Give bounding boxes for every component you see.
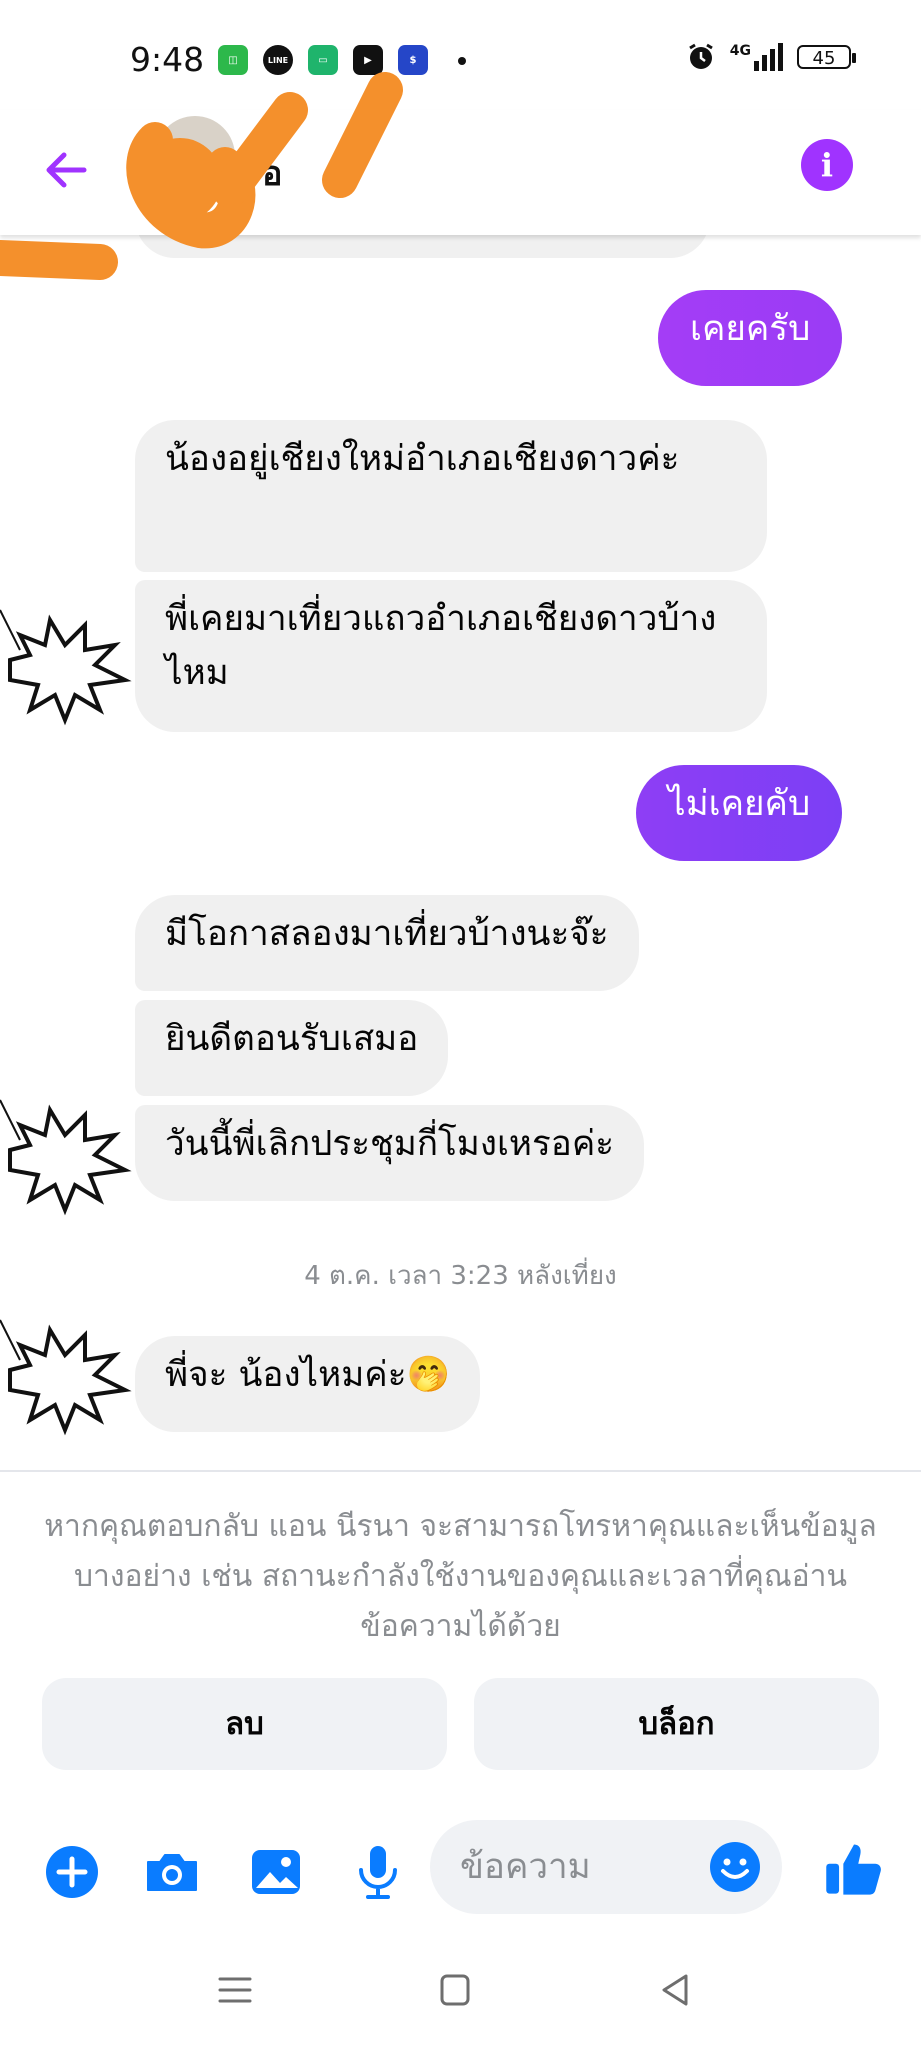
message-text: เคยครับ [690,309,811,349]
status-right: 4G 45 [686,42,856,72]
contact-name[interactable]: อ [262,146,282,200]
message-text: วันนี้พี่เลิกประชุมกี่โมงเหรอค่ะ [165,1124,615,1164]
line-app-icon: LINE [263,45,293,75]
back-icon[interactable] [652,1967,698,2013]
menu-icon[interactable] [212,1967,258,2013]
message-text: พี่เคยมาเที่ยวแถวอำเภอเชียงดาวบ้างไหม [165,599,717,693]
notification-dot [458,57,466,65]
conversation-header: อ i [0,110,921,235]
battery-indicator: 45 [797,45,856,69]
contact-avatar[interactable] [155,116,235,196]
camera-icon[interactable] [142,1842,202,1902]
sticker-avatar-icon [0,1099,132,1216]
block-button[interactable]: บล็อก [474,1678,879,1770]
status-bar: 9:48 ◫ LINE ▭ ▶ $ 4G 45 [0,0,921,110]
message-text: น้องอยู่เชียงใหม่อำเภอเชียงดาวค่ะ [165,439,680,479]
microphone-icon[interactable] [348,1842,408,1902]
message-text: มีโอกาสลองมาเที่ยวบ้างนะจ๊ะ [165,914,609,954]
plus-icon[interactable] [42,1842,102,1902]
message-received[interactable]: พี่จะ น้องไหมค่ะ🤭 [135,1336,481,1432]
message-sent[interactable]: เคยครับ [658,290,843,386]
message-received[interactable]: น้องอยู่เชียงใหม่อำเภอเชียงดาวค่ะ [135,420,767,572]
message-text: ยินดีตอนรับเสมอ [165,1019,419,1059]
sticker-avatar-icon [0,1319,132,1436]
arrow-left-icon[interactable] [40,140,100,200]
system-navigation-bar [0,1955,921,2025]
home-icon[interactable] [432,1967,478,2013]
reply-notice: หากคุณตอบกลับ แอน นีรนา จะสามารถโทรหาคุณ… [44,1509,877,1644]
message-composer [0,1820,921,1925]
message-received[interactable]: พี่เคยมาเที่ยวแถวอำเภอเชียงดาวบ้างไหม [135,580,767,732]
message-text: พี่จะ น้องไหมค่ะ🤭 [165,1355,451,1395]
thumbs-up-icon[interactable] [822,1836,886,1900]
signal-icon: 4G [730,43,783,71]
divider [0,1470,921,1472]
message-sent[interactable]: ไม่เคยคับ [636,765,843,861]
network-type: 4G [729,43,751,59]
sticker-avatar-icon [0,609,132,726]
message-received[interactable]: ยินดีตอนรับเสมอ [135,1000,449,1096]
message-received[interactable]: มีโอกาสลองมาเที่ยวบ้างนะจ๊ะ [135,895,639,991]
grab-app-icon: ◫ [218,45,248,75]
chat-app-icon: ▭ [308,45,338,75]
message-received[interactable]: วันนี้พี่เลิกประชุมกี่โมงเหรอค่ะ [135,1105,645,1201]
message-text: ไม่เคยคับ [668,784,811,824]
delete-button[interactable]: ลบ [42,1678,447,1770]
emoji-icon[interactable] [708,1840,762,1894]
image-icon[interactable] [246,1842,306,1902]
message-timestamp: 4 ต.ค. เวลา 3:23 หลังเที่ยง [304,1261,617,1291]
youtube-app-icon: ▶ [353,45,383,75]
seller-app-icon: $ [398,45,428,75]
status-time: 9:48 [130,40,205,79]
info-icon[interactable]: i [801,139,853,191]
alarm-icon [688,43,713,69]
